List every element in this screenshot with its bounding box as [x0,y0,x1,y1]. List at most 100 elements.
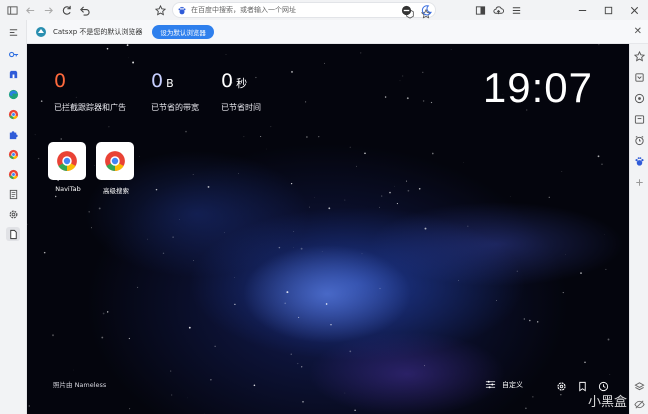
shortcut-tile-box[interactable] [48,142,86,180]
key-icon[interactable] [6,47,20,61]
puzzle-extension-icon[interactable] [6,127,20,141]
star-dot [260,135,262,137]
star-dot [108,126,110,128]
star-dot [318,136,320,138]
star-dot [290,353,292,355]
settings-gear-icon[interactable] [556,381,567,392]
bookmark-star-icon[interactable] [152,2,168,18]
star-dot [253,384,256,387]
star-dot [94,165,96,166]
stat-value: 0秒 [221,70,261,95]
star-dot [270,126,272,128]
star-dot [126,44,129,46]
address-bar[interactable]: 在百度中搜索，或者输入一个网址 [172,1,436,20]
star-dot [147,238,148,240]
star-dot [597,155,600,158]
star-dot [98,207,101,210]
customize-label: 自定义 [502,380,523,389]
browser-toolbar: 在百度中搜索，或者输入一个网址 [0,0,648,20]
shortcut-tile-box[interactable] [96,142,134,180]
forward-icon[interactable] [40,2,56,18]
star-dot [224,232,225,234]
shortcut-tile-advanced-search[interactable]: 高级搜索 [96,142,136,195]
time-unit: 秒 [236,77,248,90]
star-dot [418,188,421,190]
star-dot [430,101,433,104]
cloud-upload-icon[interactable] [490,2,506,18]
chrome-app-icon-2[interactable] [6,147,20,161]
hide-eye-icon[interactable] [633,398,646,411]
star-dot [188,326,191,329]
star-dot [532,396,534,398]
star-dot [37,157,40,160]
star-dot [306,136,308,138]
stat-bandwidth-saved: 0B 已节省的带宽 [151,70,199,113]
star-dot [106,47,109,50]
menu-icon[interactable] [508,2,524,18]
reading-list-icon[interactable] [633,71,646,84]
star-dot [396,203,398,205]
customize-button[interactable]: 自定义 [485,379,523,390]
shortcut-label: NaviTab [55,185,81,193]
star-dot [102,312,105,315]
bandwidth-label: 已节省的带宽 [151,103,199,112]
star-dot [349,146,351,148]
star-dot [422,71,424,73]
store-icon[interactable] [6,67,20,81]
add-panel-plus-icon[interactable] [633,176,646,189]
notes-icon[interactable] [6,187,20,201]
star-dot [27,223,28,225]
star-dot [291,70,293,73]
page-icon[interactable] [6,227,20,241]
star-dot [60,138,62,140]
star-dot [389,191,391,194]
bookmarks-star-icon[interactable] [633,50,646,63]
undo-icon[interactable] [76,2,92,18]
back-icon[interactable] [22,2,38,18]
infobar-message: Catsxp 不是您的默认浏览器 [53,27,143,36]
chrome-app-icon-3[interactable] [6,167,20,181]
new-tab-page: 0 已拦截跟踪器和广告 0B 已节省的带宽 0秒 已节省时间 19:07 Nav… [27,44,629,414]
star-dot [132,61,135,64]
star-dot [344,392,346,394]
sidebar-toggle-icon[interactable] [4,2,20,18]
shield-extension-icon[interactable] [398,2,414,18]
watermark-text: 小黑盒 [587,395,627,410]
set-default-button[interactable]: 设为默认浏览器 [152,24,214,39]
star-dot [172,236,174,238]
settings-gear-icon[interactable] [6,207,20,221]
star-dot [73,369,74,371]
chrome-app-icon[interactable] [6,107,20,121]
minimize-icon[interactable] [574,2,590,18]
dark-mode-moon-icon[interactable] [418,2,434,18]
star-dot [129,408,131,410]
baidu-search-icon [177,1,187,20]
star-dot [90,227,93,229]
infobar-close-icon[interactable]: ✕ [634,26,642,37]
shortcut-tile-navitab[interactable]: NaviTab [48,142,88,193]
star-dot [609,374,611,375]
split-view-icon[interactable] [472,2,488,18]
star-dot [128,337,131,340]
star-dot [422,100,425,102]
edge-browser-icon[interactable] [6,87,20,101]
trackers-label: 已拦截跟踪器和广告 [54,103,126,112]
star-dot [234,277,235,278]
maximize-icon[interactable] [600,2,616,18]
right-sidebar [629,44,648,414]
bookmark-icon[interactable] [577,381,588,392]
bandwidth-count: 0 [151,70,164,92]
star-dot [525,407,527,410]
baidu-paw-icon[interactable] [633,155,646,168]
star-dot [185,130,187,133]
window-close-icon[interactable] [626,2,642,18]
downloads-icon[interactable] [633,113,646,126]
history-icon[interactable] [633,92,646,105]
layers-icon[interactable] [633,380,646,393]
sidebar-panel-icon[interactable] [6,25,20,39]
photo-credit[interactable]: 照片由 Nameless [53,379,106,389]
star-dot [52,334,54,337]
reload-icon[interactable] [58,2,74,18]
star-dot [424,365,425,367]
clock-alarm-icon[interactable] [633,134,646,147]
